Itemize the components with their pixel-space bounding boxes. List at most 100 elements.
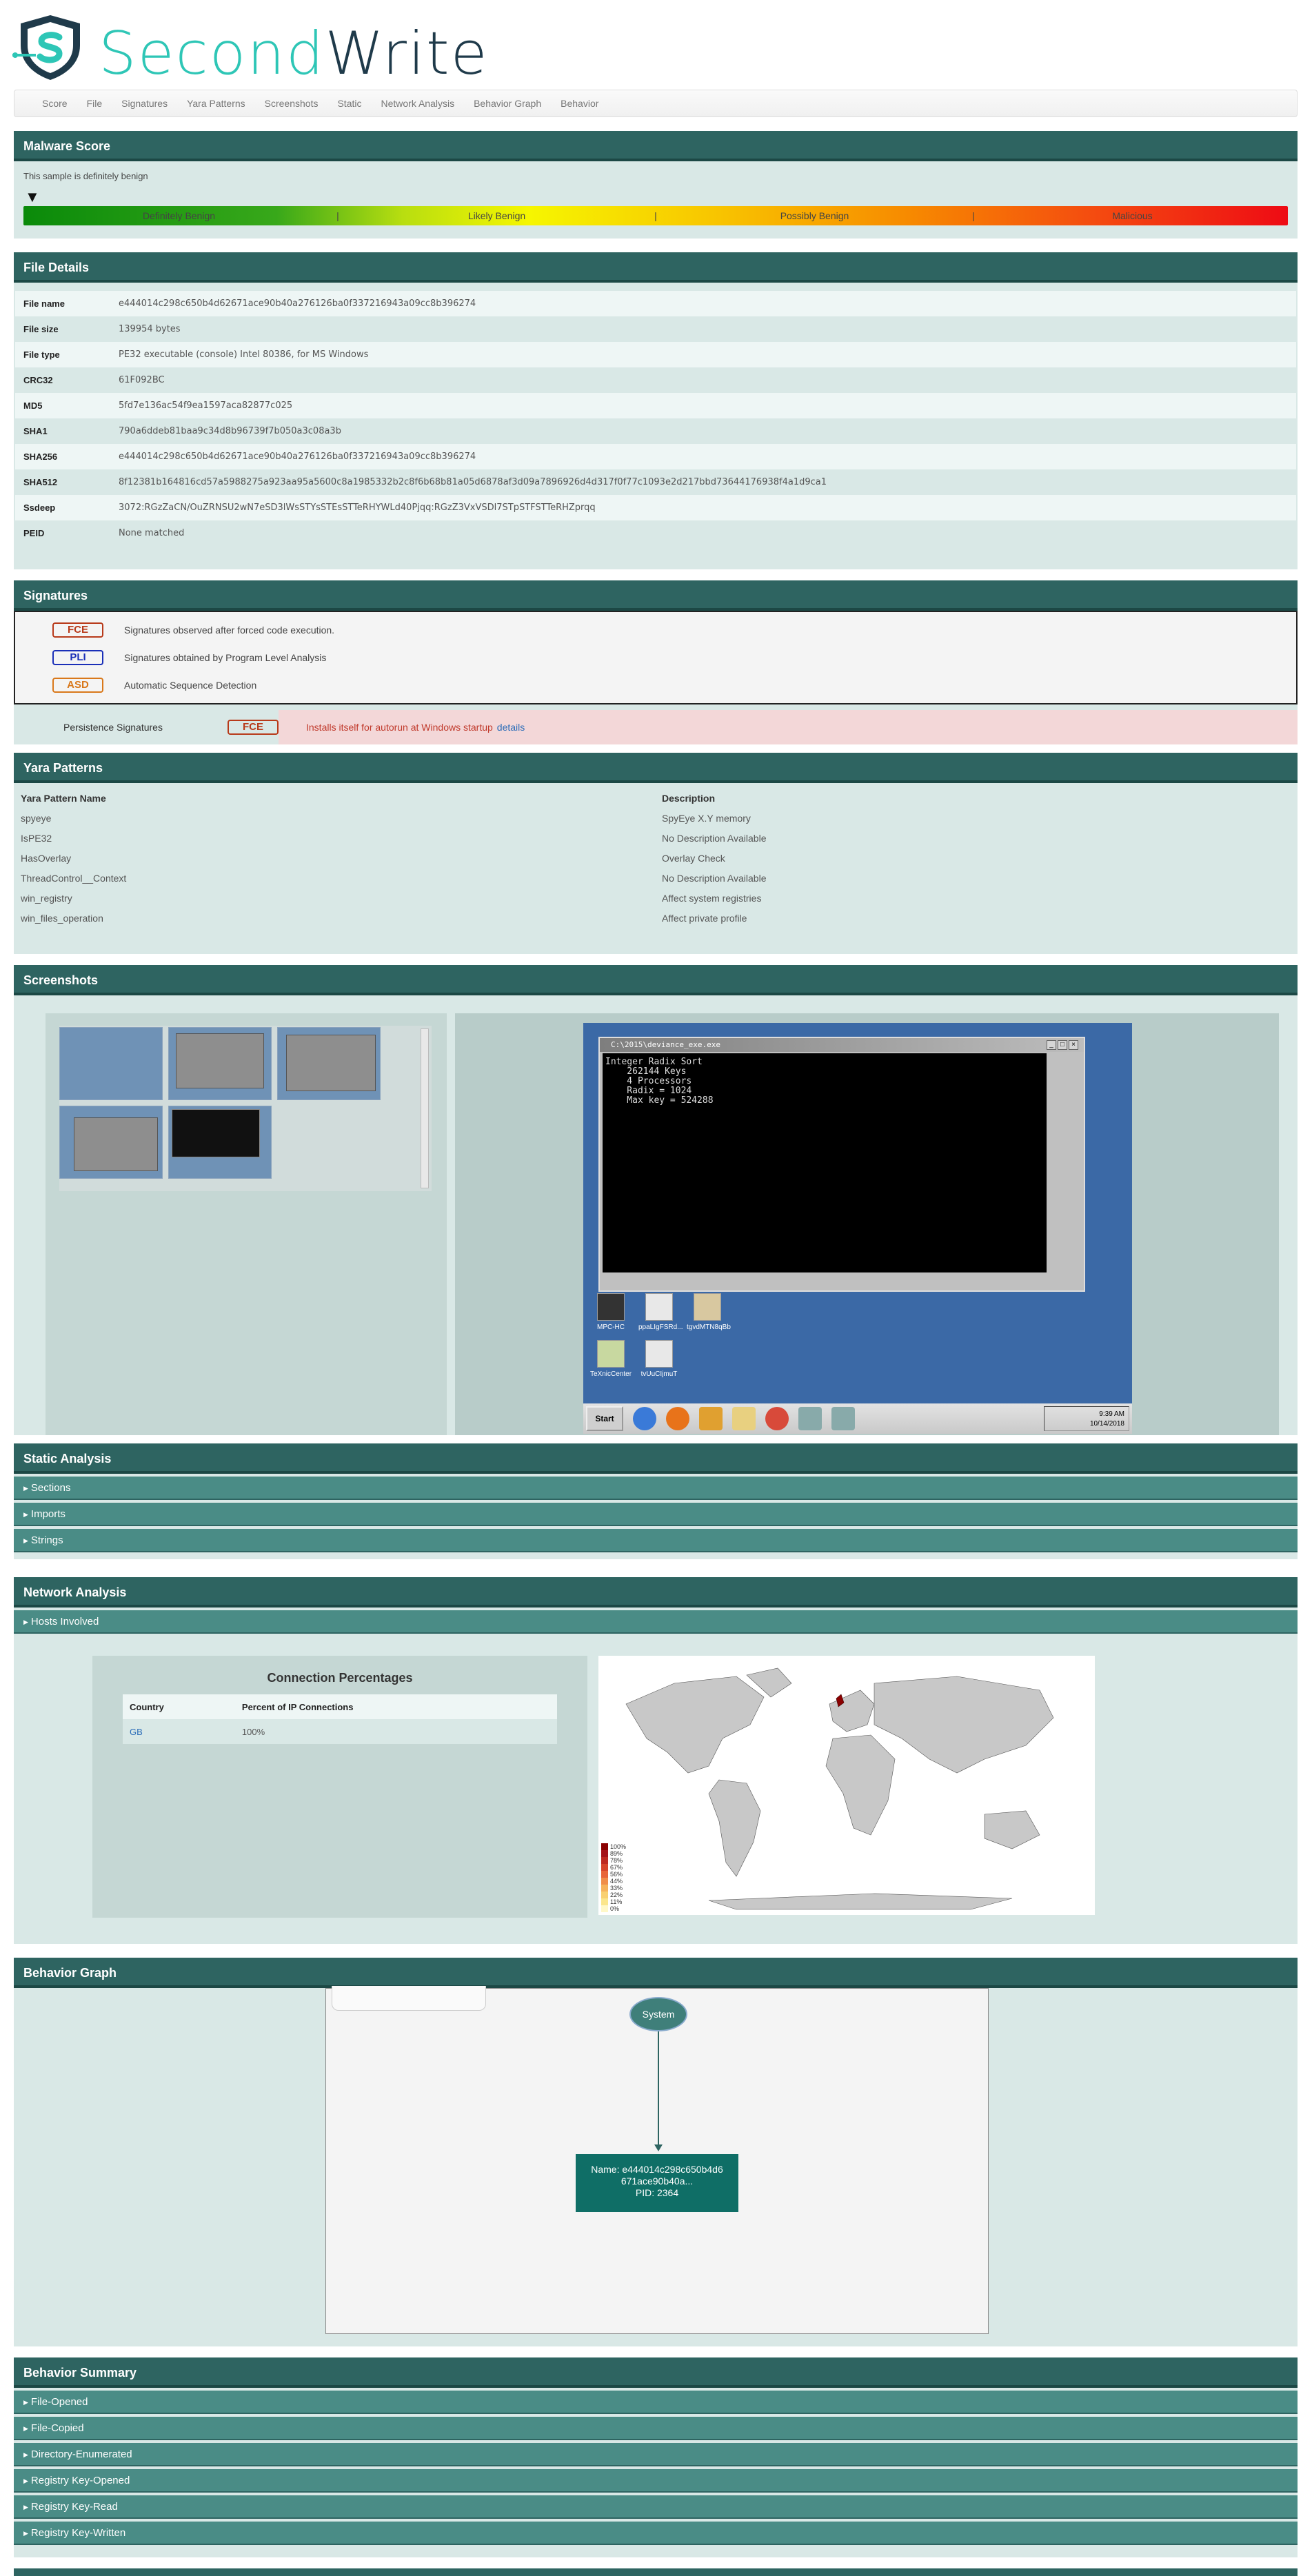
nav-file[interactable]: File <box>87 98 103 109</box>
detail-key: SHA256 <box>23 452 58 462</box>
screenshot-thumbnail[interactable] <box>59 1027 163 1100</box>
toggle-label: File-Opened <box>30 2396 88 2408</box>
thumbnail-scrollbar[interactable] <box>421 1028 429 1188</box>
toggle-label: File-Copied <box>30 2422 84 2434</box>
thumbnail-strip <box>59 1026 432 1191</box>
file-opened-toggle[interactable]: ▶ File-Opened <box>14 2391 1298 2414</box>
malware-score-title: Malware Score <box>14 131 1298 161</box>
desktop-screenshot[interactable]: C:\2015\deviance_exe.exe _ □ × Integer Rad… <box>583 1023 1132 1434</box>
legend-label: 33% <box>610 1885 623 1892</box>
nav-network-analysis[interactable]: Network Analysis <box>381 98 454 109</box>
nav-signatures[interactable]: Signatures <box>121 98 168 109</box>
brand-write: Write <box>325 19 489 88</box>
legend-swatch <box>601 1864 608 1871</box>
nav-behavior[interactable]: Behavior <box>561 98 598 109</box>
screenshots-panel: Screenshots C:\2015\deviance_exe.exe _ □ ×… <box>14 965 1298 1435</box>
caret-right-icon: ▶ <box>23 2477 28 2485</box>
brand-name: SecondWrite <box>99 19 489 88</box>
table-row: Ssdeep 3072:RGzZaCN/OuZRNSU2wN7eSD3lWsSTY… <box>15 495 1296 520</box>
registry-key-read-toggle[interactable]: ▶ Registry Key-Read <box>14 2495 1298 2519</box>
table-row: CRC32 61F092BC <box>15 367 1296 393</box>
nav-yara-patterns[interactable]: Yara Patterns <box>187 98 245 109</box>
desktop-icon-label: ppaLIgFSRd... <box>638 1324 683 1331</box>
legend-swatch <box>601 1905 608 1912</box>
desktop-icon: tvUuCIjmuT <box>638 1340 680 1378</box>
system-tray: 9:39 AM 10/14/2018 <box>1044 1406 1129 1431</box>
yara-name: spyeye <box>21 813 52 824</box>
persistence-label: Persistence Signatures <box>63 722 163 733</box>
registry-key-written-toggle[interactable]: ▶ Registry Key-Written <box>14 2522 1298 2545</box>
table-row: File name e444014c298c650b4d62671ace90b40… <box>15 291 1296 316</box>
country-link[interactable]: GB <box>130 1727 143 1737</box>
legend-row: ASD Automatic Sequence Detection <box>15 671 1296 699</box>
caret-right-icon: ▶ <box>23 1537 28 1545</box>
legend-row: FCE Signatures observed after forced code… <box>15 616 1296 644</box>
desktop-icon: TeXnicCenter <box>590 1340 632 1378</box>
graph-edge <box>658 2031 659 2147</box>
file-copied-toggle[interactable]: ▶ File-Copied <box>14 2417 1298 2440</box>
screenshot-thumbnail[interactable] <box>277 1027 381 1100</box>
next-panel-header <box>14 2568 1298 2576</box>
nav-static[interactable]: Static <box>337 98 361 109</box>
start-button: Start <box>586 1406 623 1431</box>
nav-score[interactable]: Score <box>42 98 68 109</box>
connection-title: Connection Percentages <box>267 1671 413 1685</box>
percent-cell: 100% <box>234 1719 557 1744</box>
system-node[interactable]: System <box>629 1997 687 2031</box>
behavior-summary-title: Behavior Summary <box>14 2357 1298 2388</box>
detail-key: File name <box>23 298 65 309</box>
detail-value: 790a6ddeb81baa9c34d8b96739f7b050a3c08a3b <box>119 426 341 436</box>
registry-key-opened-toggle[interactable]: ▶ Registry Key-Opened <box>14 2469 1298 2493</box>
detail-value: PE32 executable (console) Intel 80386, f… <box>119 349 369 360</box>
legend-label: 78% <box>610 1857 623 1864</box>
table-row: File size 139954 bytes <box>15 316 1296 342</box>
toggle-label: Directory-Enumerated <box>30 2448 132 2460</box>
scale-malicious: Malicious <box>1112 210 1153 221</box>
caret-right-icon: ▶ <box>23 1511 28 1519</box>
yara-desc: No Description Available <box>662 833 767 844</box>
country-cell: GB <box>123 1719 235 1744</box>
details-link[interactable]: details <box>497 722 525 733</box>
nav-screenshots[interactable]: Screenshots <box>265 98 319 109</box>
persistence-row: Persistence Signatures FCE Installs itse… <box>14 710 1298 744</box>
hosts-involved-toggle[interactable]: ▶ Hosts Involved <box>14 1610 1298 1634</box>
scale-separator: | <box>654 210 657 221</box>
yara-desc: Affect system registries <box>662 893 762 904</box>
asd-badge: ASD <box>52 678 103 693</box>
thumbnail-gallery <box>46 1013 447 1435</box>
legend-item: 0% <box>601 1905 626 1912</box>
caret-right-icon: ▶ <box>23 1485 28 1492</box>
behavior-graph-canvas[interactable]: System Name: e444014c298c650b4d6 671ace9… <box>325 1986 989 2334</box>
graph-tab <box>332 1986 486 2011</box>
table-row: File type PE32 executable (console) Intel… <box>15 342 1296 367</box>
imports-toggle[interactable]: ▶ Imports <box>14 1503 1298 1526</box>
legend-swatch <box>601 1843 608 1850</box>
pli-badge: PLI <box>52 650 103 665</box>
scale-likely-benign: Likely Benign <box>467 210 526 221</box>
caret-right-icon: ▶ <box>23 1619 28 1626</box>
screenshot-thumbnail[interactable] <box>168 1106 272 1179</box>
sections-toggle[interactable]: ▶ Sections <box>14 1477 1298 1500</box>
strings-toggle[interactable]: ▶ Strings <box>14 1529 1298 1552</box>
desktop-icon: tgvdMTN8qBb <box>687 1293 731 1331</box>
table-row: SHA512 8f12381b164816cd57a5988275a923aa95… <box>15 469 1296 495</box>
ie-icon <box>633 1407 656 1430</box>
screenshot-thumbnail[interactable] <box>168 1027 272 1100</box>
legend-item: 100% <box>601 1843 626 1850</box>
legend-desc: Signatures observed after forced code ex… <box>124 625 335 636</box>
nav-behavior-graph[interactable]: Behavior Graph <box>474 98 541 109</box>
table-row: SHA1 790a6ddeb81baa9c34d8b96739f7b050a3c0… <box>15 418 1296 444</box>
caret-right-icon: ▶ <box>23 2504 28 2511</box>
legend-row: PLI Signatures obtained by Program Level … <box>15 644 1296 671</box>
detail-key: File type <box>23 349 60 360</box>
process-node[interactable]: Name: e444014c298c650b4d6 671ace90b40a..… <box>576 2154 738 2212</box>
logo: SecondWrite <box>12 12 509 88</box>
fce-badge: FCE <box>52 622 103 638</box>
yara-desc: SpyEye X.Y memory <box>662 813 751 824</box>
directory-enumerated-toggle[interactable]: ▶ Directory-Enumerated <box>14 2443 1298 2466</box>
toggle-label: Hosts Involved <box>30 1616 99 1627</box>
console-output: Integer Radix Sort 262144 Keys 4 Process… <box>603 1053 1047 1272</box>
detail-key: MD5 <box>23 400 43 411</box>
screenshot-thumbnail[interactable] <box>59 1106 163 1179</box>
legend-label: 89% <box>610 1850 623 1857</box>
